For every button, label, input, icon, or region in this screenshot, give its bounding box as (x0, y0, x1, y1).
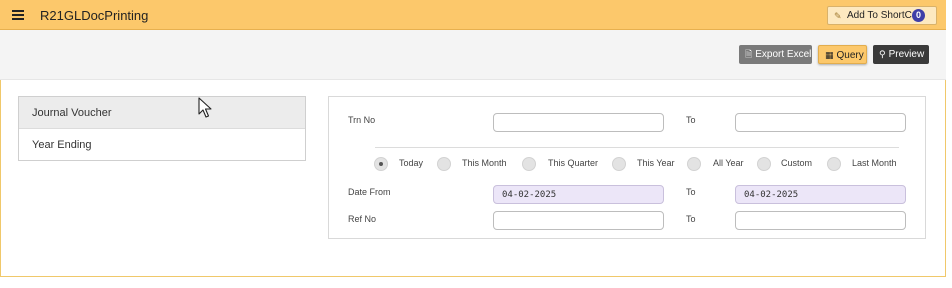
date-to-input[interactable]: 04-02-2025 (735, 185, 906, 204)
radio-label-custom: Custom (781, 158, 813, 168)
table-icon: ▦ (825, 50, 834, 60)
radio-this-year[interactable] (612, 157, 626, 171)
menu-icon[interactable] (12, 10, 24, 20)
action-toolbar: 🗎 Export Excel ▦ Query ⚲ Preview (0, 30, 946, 80)
radio-label-today: Today (399, 158, 424, 168)
filter-panel: Trn No To Today This Month This Quarter … (328, 96, 926, 239)
list-item-journal-voucher[interactable]: Journal Voucher (19, 97, 305, 129)
export-excel-label: Export Excel (755, 49, 812, 60)
radio-today[interactable] (374, 157, 388, 171)
radio-all-year[interactable] (687, 157, 701, 171)
date-to-label: To (686, 187, 696, 197)
radio-label-all-year: All Year (713, 158, 744, 168)
preview-label: Preview (888, 49, 925, 60)
radio-label-this-year: This Year (637, 158, 675, 168)
document-type-list: Journal Voucher Year Ending (18, 96, 306, 161)
ref-no-label: Ref No (348, 214, 377, 224)
file-excel-icon: 🗎 (745, 49, 753, 59)
date-from-label: Date From (348, 187, 391, 197)
radio-label-this-month: This Month (462, 158, 507, 168)
shortcut-count-badge: 0 (912, 9, 925, 22)
divider (375, 147, 899, 148)
search-icon: ⚲ (879, 49, 886, 59)
trn-no-from-input[interactable] (493, 113, 664, 132)
radio-this-quarter[interactable] (522, 157, 536, 171)
radio-label-this-quarter: This Quarter (548, 158, 599, 168)
query-label: Query (836, 50, 864, 61)
header-bar: R21GLDocPrinting ✎ Add To ShortCut 0 (0, 0, 946, 30)
ref-no-to-label: To (686, 214, 696, 224)
mouse-cursor-icon (198, 97, 212, 118)
radio-label-last-month: Last Month (852, 158, 897, 168)
ref-no-from-input[interactable] (493, 211, 664, 230)
page-title: R21GLDocPrinting (40, 8, 149, 23)
trn-no-to-label: To (686, 115, 696, 125)
query-button[interactable]: ▦ Query (818, 45, 867, 64)
trn-no-label: Trn No (348, 115, 376, 125)
date-from-input[interactable]: 04-02-2025 (493, 185, 664, 204)
shortcut-label: Add To ShortCut (847, 10, 921, 21)
trn-no-to-input[interactable] (735, 113, 906, 132)
preview-button[interactable]: ⚲ Preview (873, 45, 929, 64)
radio-this-month[interactable] (437, 157, 451, 171)
list-item-year-ending[interactable]: Year Ending (19, 129, 305, 161)
ref-no-to-input[interactable] (735, 211, 906, 230)
pencil-icon: ✎ (834, 11, 842, 21)
radio-last-month[interactable] (827, 157, 841, 171)
export-excel-button[interactable]: 🗎 Export Excel (739, 45, 812, 64)
radio-custom[interactable] (757, 157, 771, 171)
